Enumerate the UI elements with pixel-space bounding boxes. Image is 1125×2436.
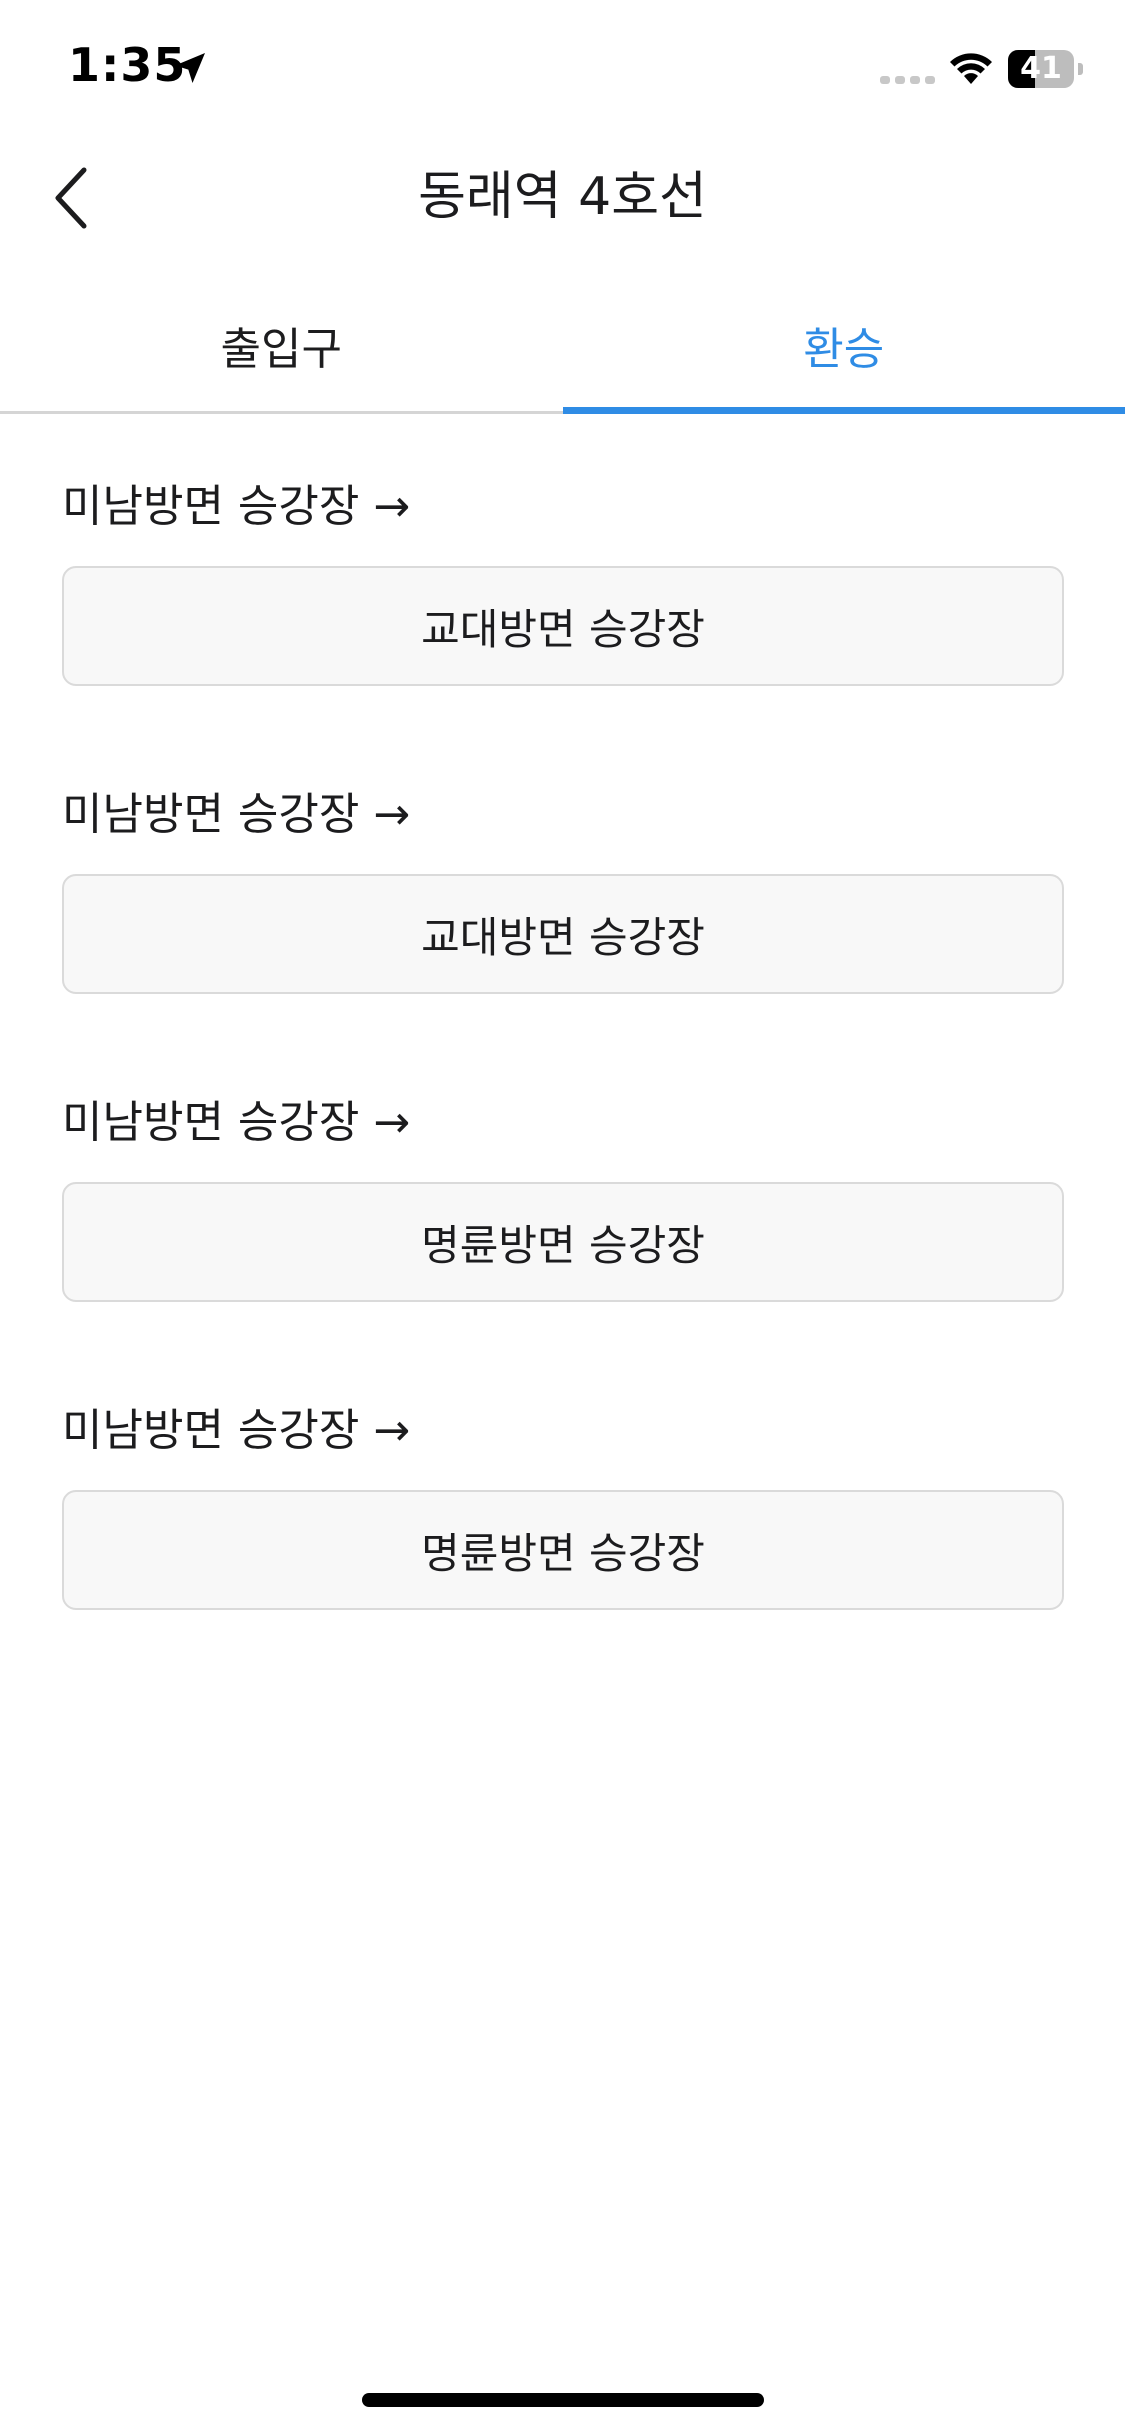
tab-bar: 출입구 환승 (0, 278, 1125, 414)
platform-button[interactable]: 명륜방면 승강장 (62, 1182, 1064, 1302)
transfer-group: 미남방면 승강장 → 교대방면 승강장 (0, 470, 1125, 778)
chevron-left-icon (55, 167, 87, 229)
platform-button[interactable]: 교대방면 승강장 (62, 566, 1064, 686)
transfer-from-label: 미남방면 승강장 → (62, 1097, 411, 1148)
battery-icon: 41 (1008, 50, 1083, 88)
platform-button[interactable]: 명륜방면 승강장 (62, 1490, 1064, 1610)
home-indicator (362, 2393, 764, 2407)
tab-transfer[interactable]: 환승 (562, 278, 1125, 414)
battery-percent: 41 (1020, 51, 1062, 86)
status-time: 1:35 (68, 38, 187, 92)
cellular-signal-icon (880, 76, 935, 84)
transfer-from-label: 미남방면 승강장 → (62, 481, 411, 532)
transfer-list: 미남방면 승강장 → 교대방면 승강장 미남방면 승강장 → 교대방면 승강장 … (0, 470, 1125, 1702)
platform-button[interactable]: 교대방면 승강장 (62, 874, 1064, 994)
page-title: 동래역 4호선 (418, 167, 707, 227)
transfer-group: 미남방면 승강장 → 명륜방면 승강장 (0, 1394, 1125, 1702)
status-bar: 1:35 41 (0, 0, 1125, 140)
back-button[interactable] (28, 156, 112, 240)
nav-header: 동래역 4호선 (0, 140, 1125, 255)
tab-exits[interactable]: 출입구 (0, 278, 563, 411)
location-arrow-icon (175, 53, 205, 83)
transfer-group: 미남방면 승강장 → 교대방면 승강장 (0, 778, 1125, 1086)
transfer-from-label: 미남방면 승강장 → (62, 1405, 411, 1456)
wifi-icon (950, 53, 992, 84)
transfer-from-label: 미남방면 승강장 → (62, 789, 411, 840)
transfer-group: 미남방면 승강장 → 명륜방면 승강장 (0, 1086, 1125, 1394)
